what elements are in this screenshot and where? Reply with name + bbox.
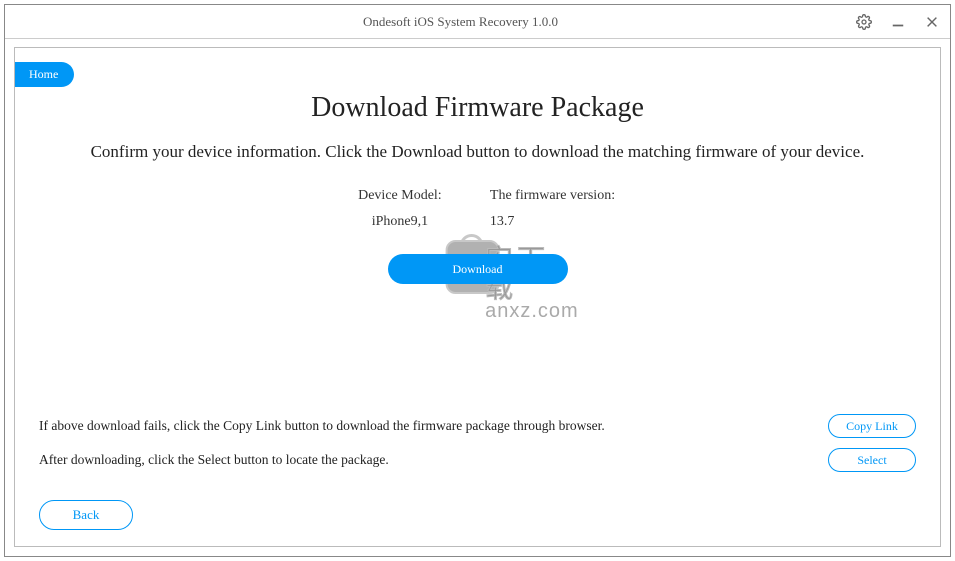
window-title: Ondesoft iOS System Recovery 1.0.0	[65, 14, 856, 30]
select-button[interactable]: Select	[828, 448, 916, 472]
device-model-label: Device Model:	[340, 188, 460, 204]
copy-link-button[interactable]: Copy Link	[828, 414, 916, 438]
device-model-value: iPhone9,1	[340, 214, 460, 230]
gear-icon[interactable]	[856, 14, 872, 30]
firmware-version-value: 13.7	[490, 214, 615, 230]
firmware-version-label: The firmware version:	[490, 188, 615, 204]
back-button[interactable]: Back	[39, 500, 133, 530]
window-frame: Ondesoft iOS System Recovery 1.0.0 Home …	[4, 4, 951, 557]
watermark-text-url: anxz.com	[485, 300, 579, 323]
instructions: If above download fails, click the Copy …	[39, 418, 916, 486]
page-subtitle: Confirm your device information. Click t…	[15, 142, 940, 162]
device-info: Device Model: iPhone9,1 The firmware ver…	[15, 188, 940, 230]
home-button[interactable]: Home	[15, 62, 74, 87]
titlebar: Ondesoft iOS System Recovery 1.0.0	[5, 5, 950, 39]
page-title: Download Firmware Package	[15, 92, 940, 124]
content-area: Home Download Firmware Package Confirm y…	[14, 47, 941, 547]
download-button[interactable]: Download	[388, 254, 568, 284]
instruction-line-1: If above download fails, click the Copy …	[39, 418, 605, 434]
minimize-icon[interactable]	[890, 14, 906, 30]
instruction-line-2: After downloading, click the Select butt…	[39, 452, 605, 468]
close-icon[interactable]	[924, 14, 940, 30]
